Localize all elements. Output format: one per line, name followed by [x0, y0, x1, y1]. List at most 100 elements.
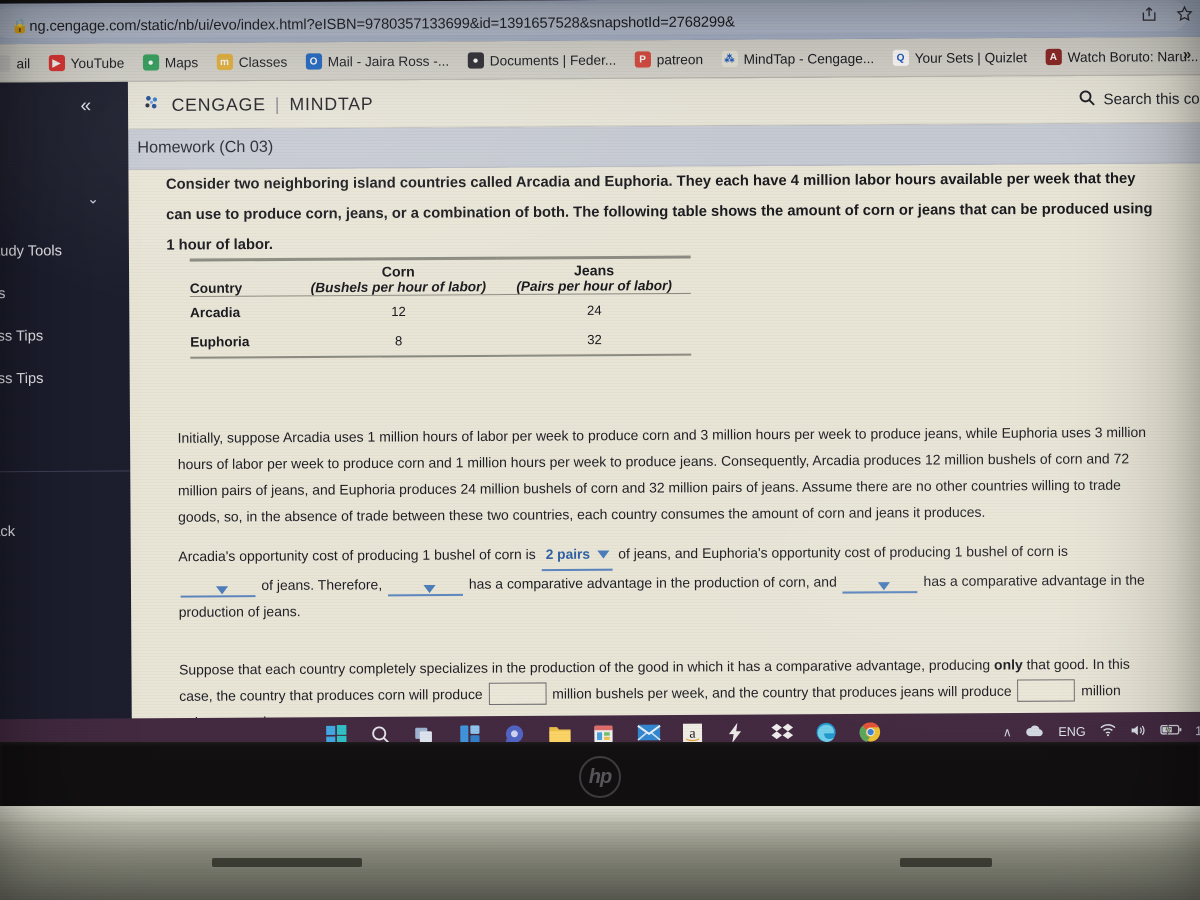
dropdown-arcadia-opportunity-cost[interactable]: 2 pairs	[541, 541, 613, 572]
chevron-down-icon	[878, 582, 891, 591]
bookmark-item[interactable]: ▶ YouTube	[39, 43, 133, 82]
table-header-corn-unit: (Bushels per hour of labor)	[310, 278, 487, 295]
cengage-brand[interactable]: CENGAGE | MINDTAP	[142, 91, 374, 118]
question-segment-2: of jeans, and Euphoria's opportunity cos…	[618, 543, 1068, 562]
url-text: ng.cengage.com/static/nb/ui/evo/index.ht…	[29, 14, 735, 35]
final-segment-3: million bushels per week, and the countr…	[552, 683, 1012, 702]
cengage-icon: ⁂	[721, 50, 738, 68]
bookmark-item[interactable]: m Classes	[207, 42, 296, 81]
svg-text:a: a	[689, 726, 696, 742]
chevron-down-icon	[423, 584, 436, 594]
laptop-bezel: hp	[0, 742, 1200, 810]
url-input[interactable]: 🔒 ng.cengage.com/static/nb/ui/evo/index.…	[0, 0, 1188, 39]
productivity-table: Corn Jeans Country (Bushels per hour of …	[189, 255, 692, 362]
patreon-icon: P	[634, 51, 651, 68]
bookmark-label: MindTap - Cengage...	[743, 50, 875, 67]
table-cell-corn: 8	[394, 333, 403, 349]
laptop-deck	[0, 806, 1200, 900]
youtube-icon: ▶	[48, 54, 65, 72]
bookmark-label: Watch Boruto: Naru...	[1067, 48, 1199, 65]
share-icon[interactable]	[1140, 6, 1157, 23]
dropdown-corn-comparative-advantage[interactable]	[388, 584, 464, 597]
sidebar-item-feedback[interactable]: edback	[0, 524, 15, 540]
table-row: Arcadia 12 24	[190, 295, 691, 327]
bookmark-label: Documents | Feder...	[489, 52, 617, 68]
sidebar-item-1[interactable]: otions	[0, 272, 129, 315]
bookmark-item[interactable]: ail	[0, 44, 39, 83]
deck-vent-left	[212, 858, 362, 867]
battery-charging-icon[interactable]	[1159, 723, 1182, 739]
table-header-jeans-unit: (Pairs per hour of labor)	[516, 277, 673, 294]
bookmark-label: Classes	[238, 54, 288, 70]
mindtap-header: CENGAGE | MINDTAP Search this co	[127, 75, 1200, 130]
documents-icon: ●	[467, 52, 484, 69]
table-header-jeans: Jeans	[573, 261, 615, 278]
initial-scenario-paragraph: Initially, suppose Arcadia uses 1 millio…	[177, 424, 1146, 525]
bookmark-item[interactable]: ● Maps	[133, 43, 207, 82]
table-cell-jeans: 32	[587, 331, 602, 348]
jeans-output-input[interactable]	[1017, 679, 1076, 702]
language-indicator[interactable]: ENG	[1058, 725, 1086, 739]
chevron-down-icon	[597, 550, 610, 559]
laptop-display: 🔒 ng.cengage.com/static/nb/ui/evo/index.…	[0, 0, 1200, 758]
table-cell-country: Arcadia	[189, 304, 241, 321]
bookmark-label: Maps	[164, 54, 199, 70]
hp-logo: hp	[579, 756, 621, 798]
bookmark-label: YouTube	[70, 55, 125, 71]
laptop-screen-photo: 🔒 ng.cengage.com/static/nb/ui/evo/index.…	[0, 0, 1200, 900]
mindtap-sidebar: « ⌄ nd Study Tools otions uccess Tips ucces…	[0, 81, 133, 758]
anime-site-icon: A	[1045, 48, 1062, 66]
table-header-corn: Corn	[381, 262, 415, 280]
opportunity-cost-question: Arcadia's opportunity cost of producing …	[178, 538, 1150, 626]
bookmark-label: patreon	[656, 51, 704, 67]
collapse-double-chevron-left-icon[interactable]: «	[80, 95, 91, 116]
assignment-header: Homework (Ch 03)	[128, 122, 1200, 170]
bookmark-label: ail	[16, 55, 31, 71]
bookmark-item[interactable]: A Watch Boruto: Naru...	[1036, 37, 1200, 77]
deck-highlight	[0, 806, 1200, 822]
table-cell-jeans: 24	[586, 302, 602, 318]
question-segment-4: has a comparative advantage in the produ…	[468, 574, 837, 592]
onedrive-cloud-icon[interactable]	[1025, 723, 1045, 740]
table-cell-country: Euphoria	[190, 334, 250, 350]
final-emphasis: only	[993, 657, 1023, 673]
wifi-icon[interactable]	[1099, 723, 1116, 739]
clock[interactable]: 1/	[1195, 724, 1200, 738]
final-segment-1: Suppose that each country completely spe…	[178, 657, 991, 678]
bookmarks-overflow-button[interactable]: »	[1183, 46, 1192, 63]
sidebar-item-label: uccess Tips	[0, 370, 44, 388]
deck-vent-right	[900, 858, 992, 867]
bookmark-label: Mail - Jaira Ross -...	[327, 53, 450, 69]
sidebar-item-0[interactable]: nd Study Tools	[0, 230, 129, 273]
chevron-down-icon	[215, 586, 229, 595]
sidebar-divider	[0, 470, 131, 473]
bookmark-star-icon[interactable]	[1176, 5, 1193, 22]
bookmark-label: Your Sets | Quizlet	[914, 49, 1028, 66]
tray-expand-chevron-up-icon[interactable]: ∧	[1003, 725, 1012, 739]
table-cell-corn: 12	[391, 303, 406, 320]
sidebar-item-2[interactable]: uccess Tips	[0, 315, 130, 358]
search-icon	[1078, 89, 1095, 110]
bookmark-item[interactable]: O Mail - Jaira Ross -...	[296, 41, 458, 80]
sidebar-item-3[interactable]: uccess Tips	[0, 357, 130, 400]
bookmark-item[interactable]: ● Documents | Feder...	[458, 40, 625, 79]
dropdown-value: 2 pairs	[545, 546, 591, 563]
page-title: Homework (Ch 03)	[137, 138, 274, 157]
sidebar-item-label: uccess Tips	[0, 328, 44, 345]
search-input[interactable]: Search this co	[1078, 88, 1200, 110]
corn-output-input[interactable]	[488, 682, 547, 706]
volume-icon[interactable]	[1129, 723, 1146, 740]
sidebar-item-label: nd Study Tools	[0, 243, 63, 260]
cengage-spark-logo-icon	[142, 93, 162, 118]
lock-icon: 🔒	[11, 17, 29, 34]
table-row: Euphoria 8 32	[190, 324, 691, 357]
bookmark-item[interactable]: Ppatreon	[625, 40, 712, 79]
intro-paragraph: Consider two neighboring island countrie…	[165, 170, 1153, 254]
outlook-icon: O	[305, 53, 322, 70]
bookmark-item[interactable]: ⁂ MindTap - Cengage...	[712, 39, 883, 79]
dropdown-euphoria-opportunity-cost[interactable]	[180, 586, 256, 598]
chevron-down-icon[interactable]: ⌄	[87, 190, 99, 206]
table-header-country: Country	[189, 279, 243, 296]
dropdown-jeans-comparative-advantage[interactable]	[842, 581, 918, 594]
bookmark-item[interactable]: Q Your Sets | Quizlet	[883, 38, 1036, 77]
